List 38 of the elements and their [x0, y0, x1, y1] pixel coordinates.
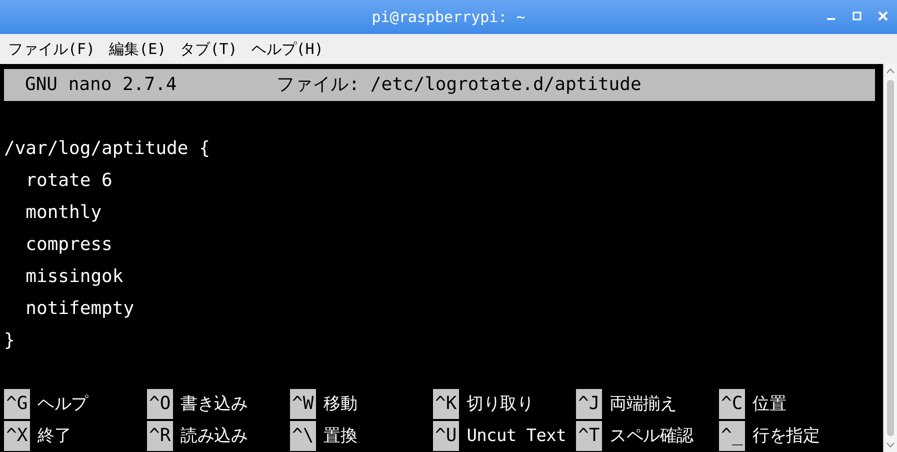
shortcut-label: ヘルプ [38, 393, 88, 416]
shortcut-key: ^G [4, 389, 30, 419]
shortcut-key: ^R [147, 421, 173, 451]
shortcut-key: ^X [4, 421, 30, 451]
menu-item[interactable]: タブ(T) [180, 38, 238, 60]
shortcut-label: 切り取り [466, 393, 534, 416]
shortcut-label: 置換 [324, 425, 358, 448]
shortcut-label: スペル確認 [610, 425, 694, 448]
shortcut-key: ^J [576, 389, 602, 419]
code-line: monthly [24, 202, 102, 222]
shortcut-key: ^C [719, 389, 745, 419]
shortcut-key: ^W [290, 389, 316, 419]
shortcut-key: ^_ [719, 421, 745, 451]
shortcut-key: ^K [433, 389, 459, 419]
shortcut-label: 終了 [38, 425, 72, 448]
code-line: rotate 6 [24, 170, 112, 190]
shortcut-key: ^U [433, 421, 459, 451]
shortcut-label: 読み込み [180, 425, 248, 448]
code-line: notifempty [24, 298, 134, 318]
shortcut-key: ^O [147, 389, 173, 419]
menu-item[interactable]: ヘルプ(H) [251, 38, 324, 60]
menu-item[interactable]: 編集(E) [109, 38, 166, 60]
menu-item[interactable]: ファイル(F) [8, 38, 96, 60]
shortcut-label: 行を指定 [752, 425, 820, 448]
editor-version: GNU nano 2.7.4 [25, 73, 177, 97]
code-line: } [4, 330, 15, 350]
shortcut-label: Uncut Text [466, 425, 566, 448]
code-line: /var/log/aptitude { [4, 138, 210, 158]
file-name: ファイル: /etc/logrotate.d/aptitude [276, 73, 642, 97]
code-line: compress [24, 234, 112, 254]
shortcut-label: 書き込み [180, 393, 248, 416]
shortcut-label: 両端揃え [610, 393, 676, 416]
window-title: pi@raspberrypi: ~ [372, 8, 526, 26]
shortcut-label: 位置 [752, 393, 786, 416]
code-line: missingok [24, 266, 124, 286]
shortcut-key: ^\ [290, 421, 316, 451]
shortcut-key: ^T [576, 421, 602, 451]
shortcut-label: 移動 [324, 393, 358, 416]
